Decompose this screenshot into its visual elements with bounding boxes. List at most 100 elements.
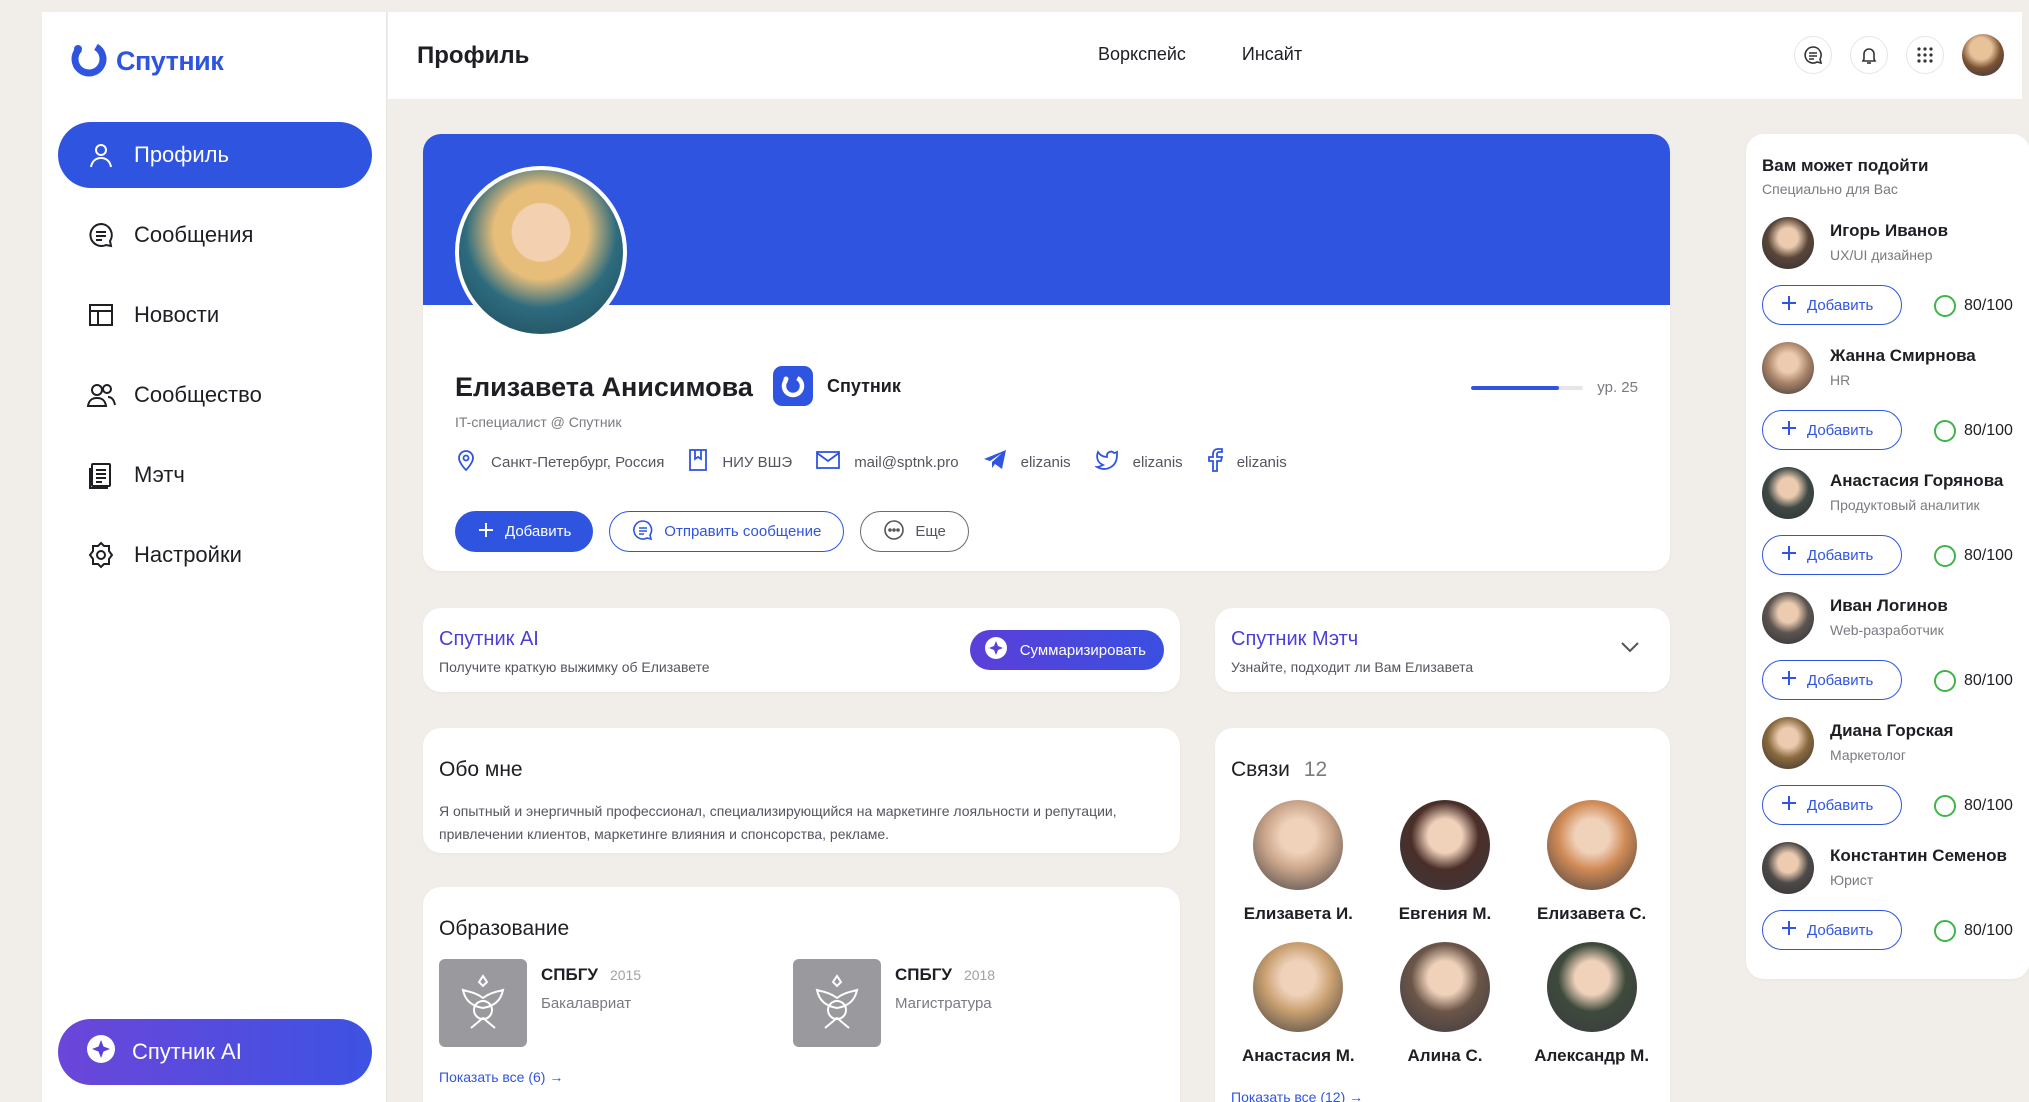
logo[interactable]: Спутник [70, 40, 224, 83]
suggestion-add-button[interactable]: Добавить [1762, 660, 1902, 700]
sidebar-item-messages[interactable]: Сообщения [58, 202, 372, 268]
score-ring-icon [1934, 670, 1956, 692]
top-nav: Воркспейс Инсайт [1098, 44, 1302, 65]
education-title: Образование [439, 917, 570, 940]
apps-grid-icon[interactable] [1906, 36, 1944, 74]
connections-show-all-link[interactable]: Показать все (12) → [1231, 1089, 1363, 1102]
match-score: 80/100 [1934, 795, 2013, 817]
summarize-button[interactable]: Суммаризировать [969, 630, 1164, 670]
top-nav-workspace[interactable]: Воркспейс [1098, 44, 1186, 65]
suggestion-add-button[interactable]: Добавить [1762, 410, 1902, 450]
score-ring-icon [1934, 420, 1956, 442]
plus-icon [477, 521, 495, 543]
suggestions-subtitle: Специально для Вас [1762, 181, 1898, 197]
user-icon [86, 140, 116, 170]
sidebar-item-label: Профиль [134, 142, 229, 167]
contact-email[interactable]: mail@sptnk.pro [816, 450, 959, 474]
suggestion-add-button[interactable]: Добавить [1762, 285, 1902, 325]
send-message-button[interactable]: Отправить сообщение [609, 511, 845, 552]
suggestion-role: HR [1830, 372, 1851, 388]
plus-icon [1781, 545, 1797, 565]
bell-icon[interactable] [1850, 36, 1888, 74]
sidebar-item-community[interactable]: Сообщество [58, 362, 372, 428]
connection-name: Евгения М. [1398, 904, 1492, 923]
level-text: ур. 25 [1597, 379, 1638, 396]
connections-grid: Елизавета И. Евгения М. Елизавета С. Анаста… [1225, 800, 1665, 1066]
sputnik-ai-label: Спутник AI [132, 1039, 242, 1064]
sidebar-item-profile[interactable]: Профиль [58, 122, 372, 188]
university-crest-icon [793, 959, 881, 1047]
sidebar-item-label: Новости [134, 302, 220, 327]
suggestion-avatar[interactable] [1762, 342, 1814, 394]
connection-item[interactable]: Алина С. [1372, 942, 1519, 1066]
suggestion-name[interactable]: Игорь Иванов [1830, 221, 1948, 241]
suggestion-add-label: Добавить [1807, 796, 1874, 814]
suggestion-avatar[interactable] [1762, 592, 1814, 644]
education-item: СПБГУ 2015 Бакалавриат [439, 959, 641, 1047]
match-icon [86, 460, 116, 490]
connection-avatar [1546, 942, 1637, 1032]
connection-avatar [1399, 800, 1490, 890]
about-text: Я опытный и энергичный профессионал, спе… [439, 803, 1117, 842]
suggestion-add-button[interactable]: Добавить [1762, 535, 1902, 575]
sidebar-item-label: Мэтч [134, 462, 185, 487]
add-button[interactable]: Добавить [455, 511, 594, 552]
connection-item[interactable]: Александр М. [1518, 942, 1665, 1066]
suggestion-role: UX/UI дизайнер [1830, 247, 1933, 263]
message-icon [86, 220, 116, 250]
profile-actions: Добавить Отправить сообщение Еще [455, 511, 969, 552]
match-score: 80/100 [1934, 670, 2013, 692]
header-icons [1794, 34, 2004, 76]
contact-twitter[interactable]: elizanis [1093, 449, 1183, 475]
suggestion-name[interactable]: Константин Семенов [1830, 846, 2007, 866]
contact-telegram[interactable]: elizanis [983, 449, 1071, 475]
suggestion-avatar[interactable] [1762, 842, 1814, 894]
suggestion-name[interactable]: Анастасия Горянова [1830, 471, 2003, 491]
connection-item[interactable]: Евгения М. [1372, 800, 1519, 924]
match-card[interactable]: Спутник Мэтч Узнайте, подходит ли Вам Ел… [1215, 608, 1670, 692]
score-ring-icon [1934, 795, 1956, 817]
suggestion-name[interactable]: Иван Логинов [1830, 596, 1948, 616]
chat-icon[interactable] [1794, 36, 1832, 74]
suggestion-avatar[interactable] [1762, 467, 1814, 519]
profile-name: Елизавета Анисимова [455, 372, 753, 402]
university-name: СПБГУ 2015 [541, 965, 642, 984]
sputnik-ai-button[interactable]: Спутник AI [58, 1019, 372, 1085]
sputnik-logo-icon [70, 40, 108, 83]
suggestion-add-label: Добавить [1807, 671, 1874, 689]
sidebar-item-match[interactable]: Мэтч [58, 442, 372, 508]
contact-facebook[interactable]: elizanis [1207, 448, 1287, 476]
connection-item[interactable]: Елизавета С. [1518, 800, 1665, 924]
sidebar: Спутник Профиль Сообщения Новости Сообще… [42, 12, 387, 1102]
connection-item[interactable]: Елизавета И. [1225, 800, 1372, 924]
profile-photo [455, 166, 627, 338]
user-avatar[interactable] [1962, 34, 2004, 76]
top-nav-insight[interactable]: Инсайт [1242, 44, 1302, 65]
suggestion-name[interactable]: Жанна Смирнова [1830, 346, 1976, 366]
profile-company[interactable]: Спутник [773, 366, 901, 406]
suggestion-avatar[interactable] [1762, 217, 1814, 269]
score-value: 80/100 [1964, 297, 2013, 314]
suggestion-role: Юрист [1830, 872, 1874, 888]
connection-avatar [1399, 942, 1490, 1032]
level-bar [1471, 385, 1584, 390]
chevron-down-icon[interactable] [1620, 640, 1640, 658]
connection-name: Елизавета С. [1537, 904, 1647, 923]
connection-item[interactable]: Анастасия М. [1225, 942, 1372, 1066]
suggestion-avatar[interactable] [1762, 717, 1814, 769]
community-icon [86, 380, 116, 410]
sidebar-item-news[interactable]: Новости [58, 282, 372, 348]
plus-icon [1781, 920, 1797, 940]
sidebar-item-settings[interactable]: Настройки [58, 522, 372, 588]
suggestion-item: Иван Логинов Web-разработчик Добавить 80/10… [1762, 592, 2024, 717]
suggestion-add-button[interactable]: Добавить [1762, 785, 1902, 825]
connections-count: 12 [1303, 758, 1328, 781]
more-button[interactable]: Еще [860, 511, 969, 552]
company-logo-icon [773, 366, 813, 406]
score-value: 80/100 [1964, 547, 2013, 564]
suggestion-add-button[interactable]: Добавить [1762, 910, 1902, 950]
university-year: 2015 [609, 967, 642, 983]
level-bar-fill [1471, 385, 1559, 390]
suggestion-name[interactable]: Диана Горская [1830, 721, 1953, 741]
education-show-all-link[interactable]: Показать все (6) → [439, 1069, 563, 1085]
